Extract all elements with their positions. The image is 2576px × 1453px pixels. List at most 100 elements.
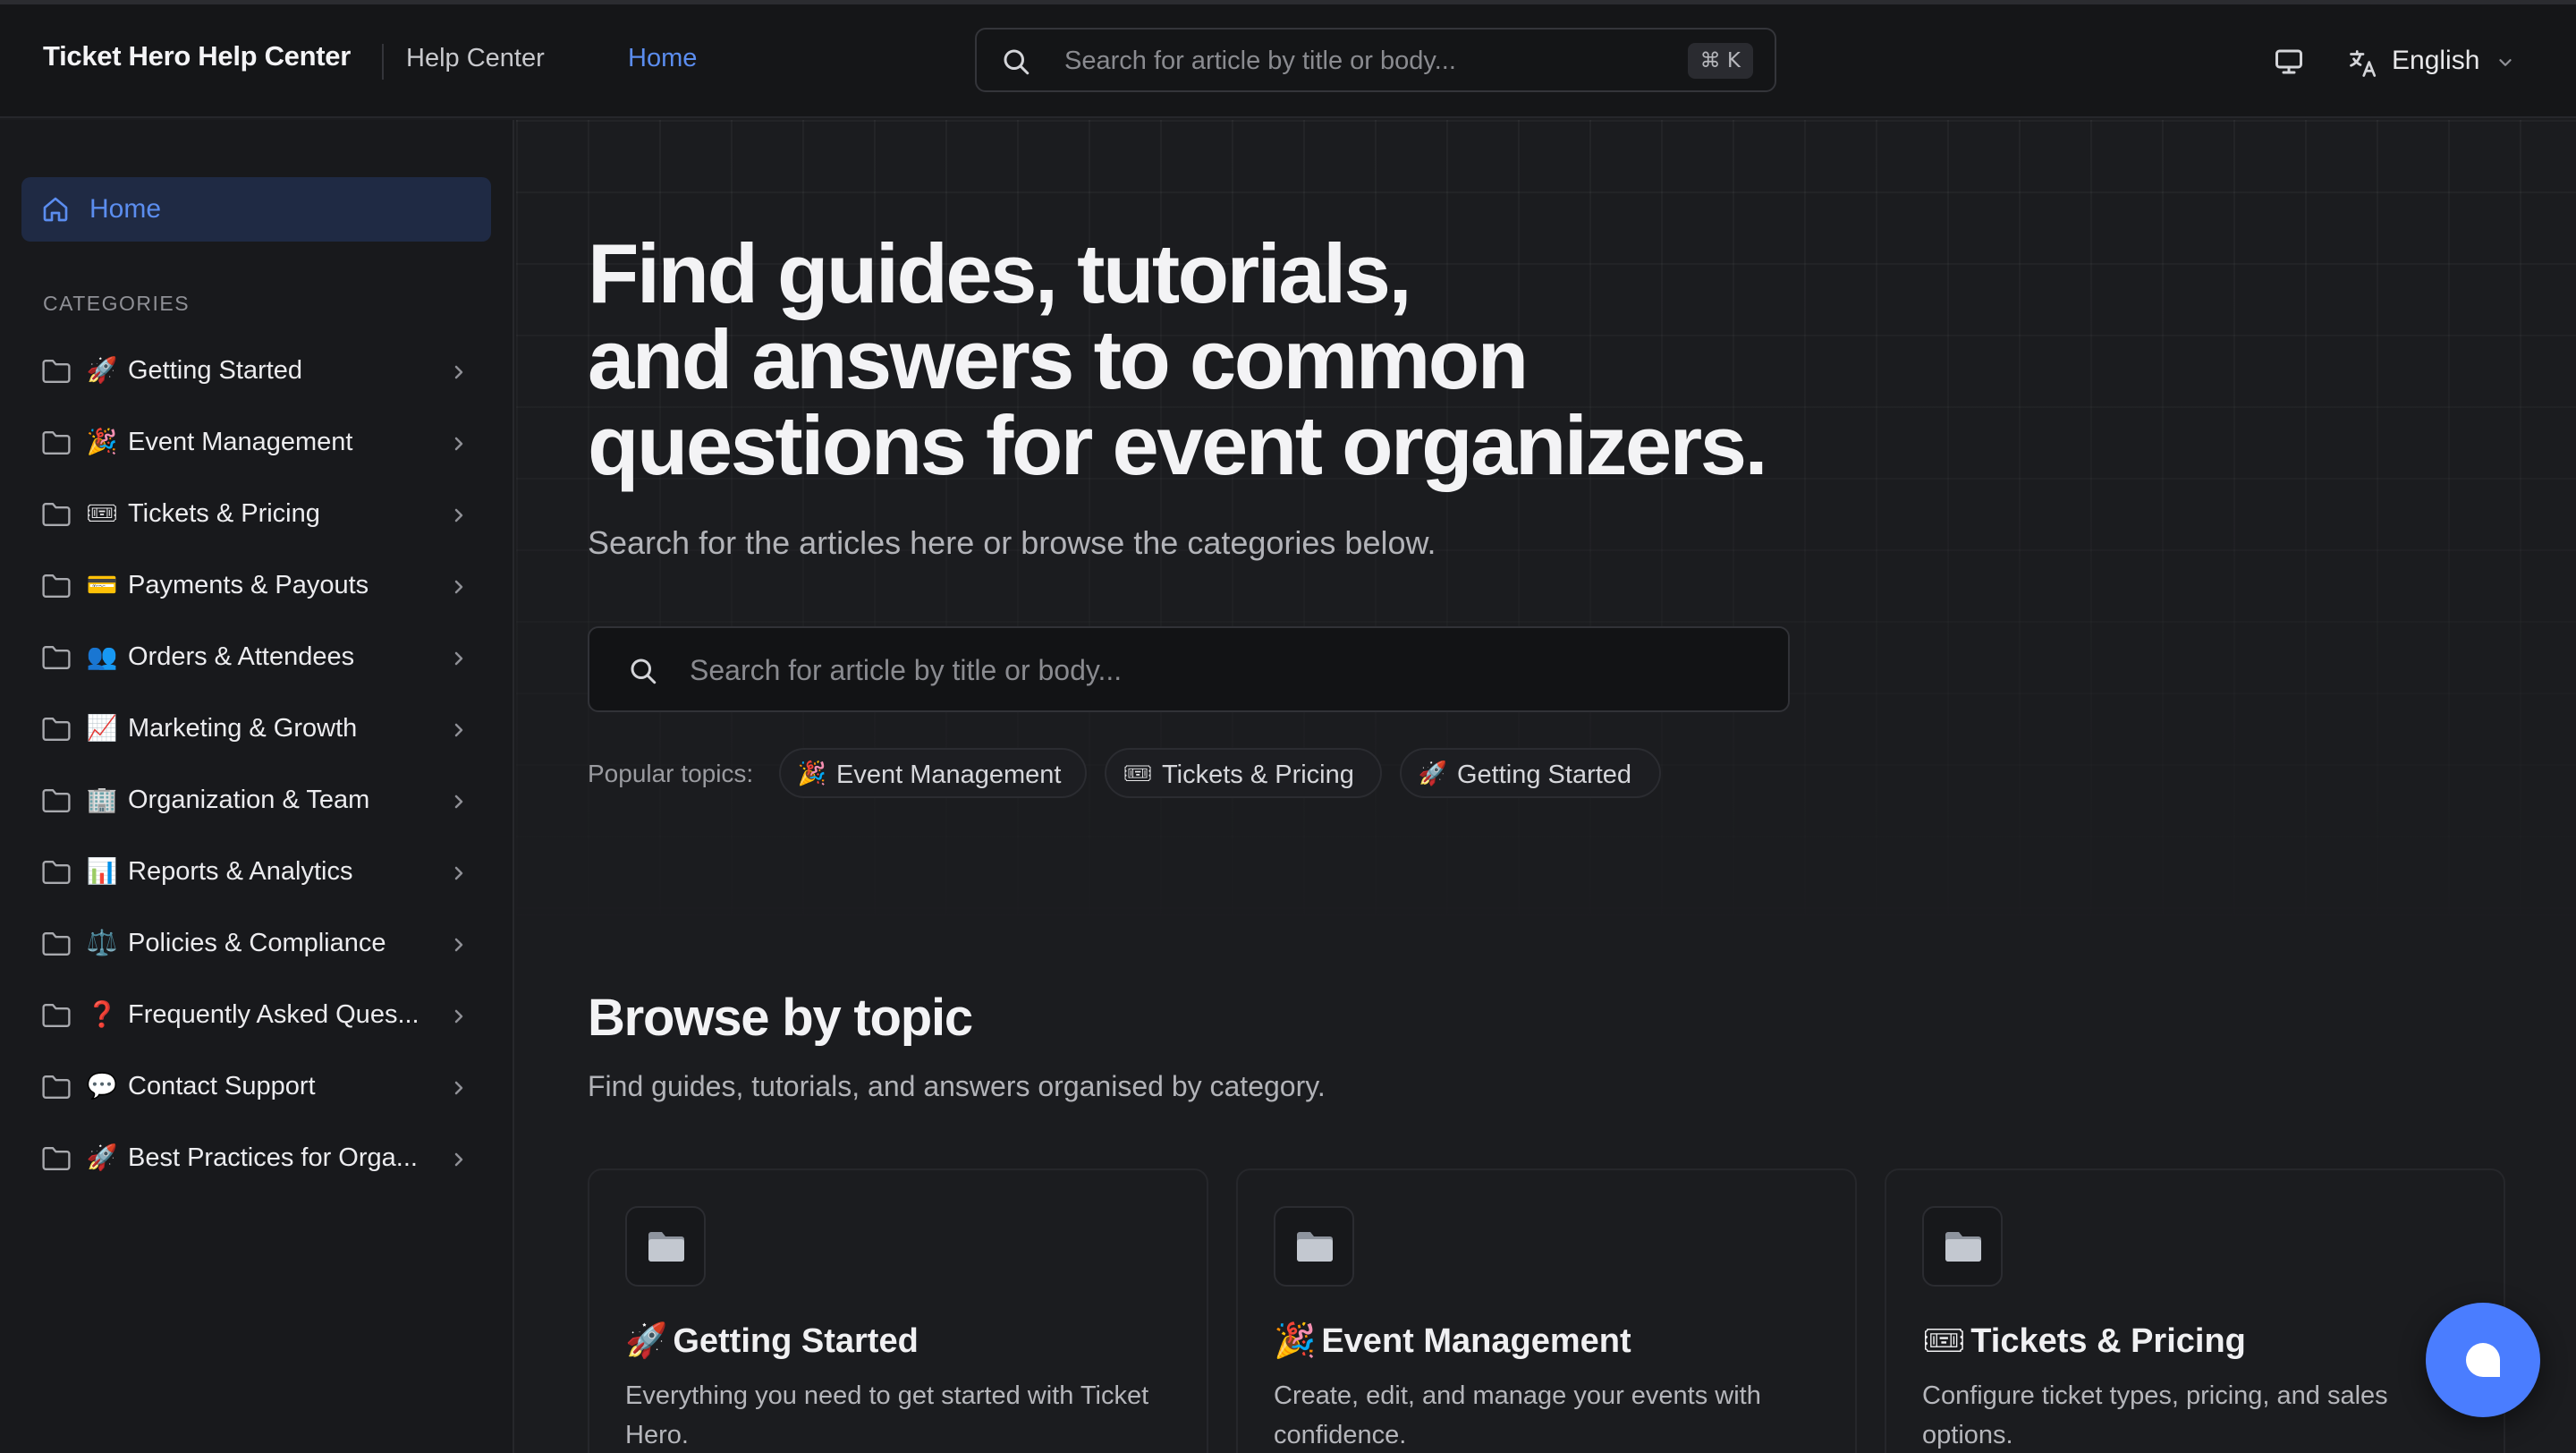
sidebar-item-event-management[interactable]: 🎉 Event Management <box>0 410 514 481</box>
sidebar-item-marketing-growth[interactable]: 📈 Marketing & Growth <box>0 696 514 768</box>
category-card-description: Everything you need to get started with … <box>625 1381 1149 1449</box>
sidebar-item-label: Policies & Compliance <box>128 929 386 957</box>
chevron-right-icon <box>454 938 463 952</box>
brand-title[interactable]: Ticket Hero Help Center <box>43 40 351 72</box>
sidebar-item-best-practices[interactable]: 🚀 Best Practices for Orga... <box>0 1126 514 1197</box>
people-icon: 👥 <box>86 642 118 671</box>
category-card-title: 🎟 Tickets & Pricing <box>1922 1321 2246 1361</box>
folder-icon <box>42 431 71 455</box>
chevron-down-icon <box>2499 59 2512 66</box>
folder-icon-box <box>625 1206 706 1287</box>
sidebar-item-orders-attendees[interactable]: 👥 Orders & Attendees <box>0 625 514 696</box>
folder-icon-box <box>1274 1206 1354 1287</box>
sidebar-item-label: Orders & Attendees <box>128 642 355 671</box>
office-building-icon: 🏢 <box>86 785 118 814</box>
monitor-icon[interactable] <box>2272 46 2306 78</box>
balance-scale-icon: ⚖️ <box>86 928 118 957</box>
sidebar-item-organization-team[interactable]: 🏢 Organization & Team <box>0 768 514 839</box>
chevron-right-icon <box>454 794 463 809</box>
bar-chart-icon: 📊 <box>86 856 118 886</box>
folder-icon <box>42 574 71 598</box>
folder-icon <box>42 503 71 526</box>
speech-bubble-icon: 💬 <box>86 1071 118 1100</box>
sidebar-item-label: Reports & Analytics <box>128 857 353 886</box>
topic-chip-label: Event Management <box>836 760 1062 789</box>
chevron-right-icon <box>454 508 463 523</box>
chevron-right-icon <box>454 437 463 451</box>
sidebar-item-contact-support[interactable]: 💬 Contact Support <box>0 1054 514 1126</box>
sidebar-home-label: Home <box>89 194 162 224</box>
nav-home-link[interactable]: Home <box>628 44 697 73</box>
topic-chip-label: Tickets & Pricing <box>1162 760 1354 789</box>
category-card-title-text: Getting Started <box>673 1322 919 1360</box>
search-icon <box>631 659 657 684</box>
browse-title: Browse by topic <box>588 989 973 1047</box>
chat-launcher-button[interactable] <box>2426 1303 2540 1417</box>
chart-increasing-icon: 📈 <box>86 713 118 743</box>
folder-icon <box>42 360 71 383</box>
folder-icon <box>42 932 71 956</box>
sidebar-item-label: Contact Support <box>128 1072 316 1100</box>
chevron-right-icon <box>454 866 463 880</box>
chevron-right-icon <box>454 1152 463 1167</box>
sidebar-item-faq[interactable]: ❓ Frequently Asked Ques... <box>0 982 514 1054</box>
header-divider <box>382 44 384 80</box>
sidebar-item-getting-started[interactable]: 🚀 Getting Started <box>0 338 514 410</box>
folder-icon <box>42 1004 71 1027</box>
categories-heading: CATEGORIES <box>43 292 191 315</box>
sidebar-item-policies-compliance[interactable]: ⚖️ Policies & Compliance <box>0 911 514 982</box>
folder-icon <box>42 718 71 741</box>
sidebar-item-label: Best Practices for Orga... <box>128 1143 418 1172</box>
hero-title-line: questions for event organizers. <box>588 398 1768 492</box>
hero-search-placeholder: Search for article by title or body... <box>690 654 1123 686</box>
rocket-icon: 🚀 <box>625 1321 668 1360</box>
sidebar-item-reports-analytics[interactable]: 📊 Reports & Analytics <box>0 839 514 911</box>
sidebar-item-label: Getting Started <box>128 356 303 385</box>
browse-subtitle: Find guides, tutorials, and answers orga… <box>588 1070 1326 1102</box>
ticket-icon: 🎟 <box>1922 1321 1966 1360</box>
language-label: English <box>2392 46 2480 75</box>
category-list: 🚀 Getting Started 🎉 Event Management 🎟 T… <box>0 338 514 1197</box>
sidebar-item-label: Event Management <box>128 428 353 456</box>
translate-icon <box>2350 50 2377 77</box>
sidebar-item-label: Marketing & Growth <box>128 714 358 743</box>
folder-icon <box>1297 1232 1333 1262</box>
popular-topics-label: Popular topics: <box>588 760 754 787</box>
folder-icon <box>648 1232 684 1262</box>
rocket-icon: 🚀 <box>1418 760 1448 787</box>
sidebar-item-home[interactable]: Home <box>21 177 491 242</box>
sidebar-item-payments-payouts[interactable]: 💳 Payments & Payouts <box>0 553 514 625</box>
sidebar-item-label: Payments & Payouts <box>128 571 369 599</box>
folder-icon <box>42 789 71 812</box>
sidebar-item-label: Organization & Team <box>128 786 370 814</box>
header-search-box[interactable]: Search for article by title or body... ⌘… <box>975 28 1776 92</box>
chevron-right-icon <box>454 651 463 666</box>
category-card-description: Create, edit, and manage your events wit… <box>1274 1381 1761 1449</box>
hero-search-input[interactable]: Search for article by title or body... <box>588 626 1790 712</box>
folder-icon-box <box>1922 1206 2003 1287</box>
category-card-title: 🎉 Event Management <box>1274 1321 1631 1361</box>
home-icon <box>43 197 68 222</box>
nav-help-center-link[interactable]: Help Center <box>406 44 545 73</box>
folder-icon <box>42 861 71 884</box>
ticket-icon: 🎟 <box>86 498 118 528</box>
credit-card-icon: 💳 <box>86 570 118 599</box>
category-card-getting-started[interactable]: 🚀 Getting Started Everything you need to … <box>588 1168 1208 1453</box>
sidebar: Home CATEGORIES 🚀 Getting Started 🎉 Even… <box>0 120 514 1453</box>
main-content: Find guides, tutorials, and answers to c… <box>516 120 2576 1453</box>
rocket-icon: 🚀 <box>86 355 118 385</box>
category-card-tickets-pricing[interactable]: 🎟 Tickets & Pricing Configure ticket type… <box>1885 1168 2505 1453</box>
folder-icon <box>42 1075 71 1099</box>
party-popper-icon: 🎉 <box>797 760 827 787</box>
chevron-right-icon <box>454 580 463 594</box>
topic-chip-tickets-pricing[interactable]: 🎟 Tickets & Pricing <box>1105 748 1382 798</box>
chevron-right-icon <box>454 1081 463 1095</box>
chevron-right-icon <box>454 1009 463 1024</box>
chevron-right-icon <box>454 365 463 379</box>
hero-section: Find guides, tutorials, and answers to c… <box>516 120 2576 916</box>
topic-chip-getting-started[interactable]: 🚀 Getting Started <box>1400 748 1661 798</box>
topic-chip-event-management[interactable]: 🎉 Event Management <box>779 748 1087 798</box>
sidebar-item-tickets-pricing[interactable]: 🎟 Tickets & Pricing <box>0 481 514 553</box>
category-card-event-management[interactable]: 🎉 Event Management Create, edit, and mana… <box>1236 1168 1857 1453</box>
folder-icon <box>1945 1232 1981 1262</box>
